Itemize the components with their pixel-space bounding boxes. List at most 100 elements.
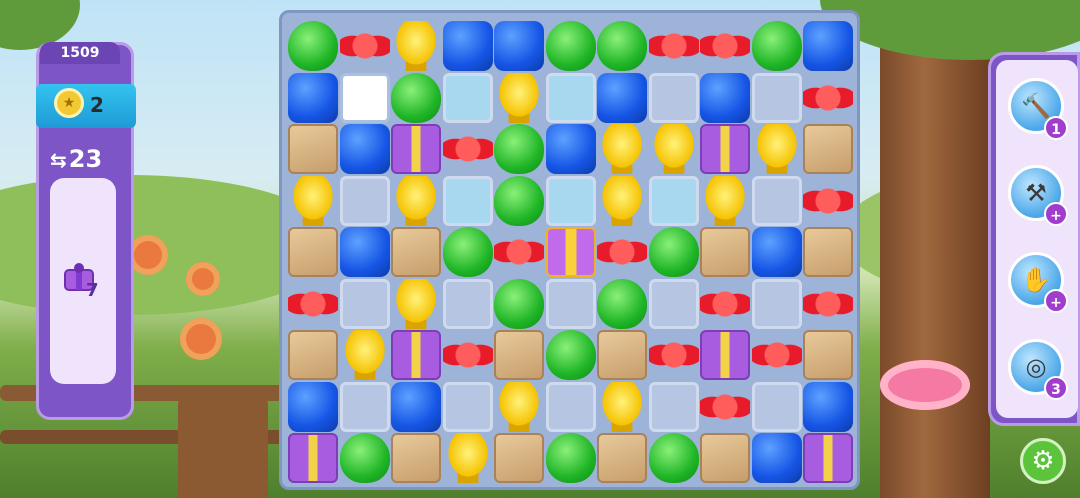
board-tile-glass (648, 72, 699, 123)
board-tile-bow[interactable] (597, 227, 647, 277)
board-tile-cube[interactable] (339, 227, 390, 277)
board-tile-cube[interactable] (442, 21, 493, 71)
board-tile-cube[interactable] (288, 381, 338, 432)
board-tile-gift[interactable] (700, 330, 750, 380)
board-tile-cube[interactable] (803, 21, 853, 71)
board-tile-gift[interactable] (700, 124, 750, 174)
level-number: 2 (90, 93, 104, 117)
board-tile-glass-lb (442, 72, 493, 123)
board-tile-gift[interactable] (803, 433, 853, 483)
board-tile-cube[interactable] (597, 72, 647, 123)
board-tile-box[interactable] (700, 227, 750, 277)
board-tile-gift-big[interactable] (545, 227, 596, 277)
board-tile-bow[interactable] (339, 21, 390, 71)
board-tile-lamp[interactable] (494, 72, 544, 123)
medal-icon: ★ (54, 88, 84, 118)
board-tile-lamp[interactable] (648, 124, 699, 174)
board-tile-cube[interactable] (391, 381, 441, 432)
board-tile-cup[interactable] (751, 21, 802, 71)
board-tile-cup[interactable] (545, 433, 596, 483)
board-tile-gift[interactable] (391, 330, 441, 380)
board-tile-cup[interactable] (442, 227, 493, 277)
board-tile-bow[interactable] (442, 124, 493, 174)
board-tile-lamp[interactable] (700, 175, 750, 226)
board-tile-lamp[interactable] (494, 381, 544, 432)
board-tile-lamp[interactable] (288, 175, 338, 226)
board-tile-box[interactable] (597, 433, 647, 483)
board-tile-cup[interactable] (494, 175, 544, 226)
board-tile-cup[interactable] (339, 433, 390, 483)
board-tile-bow[interactable] (648, 330, 699, 380)
board-tile-cube[interactable] (803, 381, 853, 432)
level-badge: ★ (36, 84, 136, 128)
board-tile-bow[interactable] (700, 381, 750, 432)
board-tile-cup[interactable] (545, 330, 596, 380)
board-tile-bow[interactable] (648, 21, 699, 71)
board-tile-box[interactable] (494, 433, 544, 483)
mallet-booster-add[interactable]: + (1044, 202, 1068, 226)
hammer-booster-count: 1 (1044, 116, 1068, 140)
board-tile-glass (545, 381, 596, 432)
board-tile-gift[interactable] (288, 433, 338, 483)
board-tile-box[interactable] (288, 330, 338, 380)
board-tile-bow[interactable] (700, 21, 750, 71)
board-tile-box[interactable] (391, 227, 441, 277)
board-tile-box[interactable] (803, 124, 853, 174)
board-tile-glass-lb (648, 175, 699, 226)
board-tile-cup[interactable] (494, 124, 544, 174)
settings-button[interactable]: ⚙ (1020, 438, 1066, 484)
board-tile-cup[interactable] (391, 72, 441, 123)
board-tile-glass (751, 175, 802, 226)
board-tile-bow[interactable] (751, 330, 802, 380)
board-tile-lamp[interactable] (442, 433, 493, 483)
board-tile-cube[interactable] (751, 227, 802, 277)
board-tile-glass (751, 278, 802, 329)
board-tile-cube[interactable] (288, 72, 338, 123)
board-tile-cup[interactable] (648, 433, 699, 483)
board-tile-lamp[interactable] (391, 278, 441, 329)
board-tile-bow[interactable] (803, 72, 853, 123)
board-tile-cube[interactable] (751, 433, 802, 483)
flower (128, 235, 168, 275)
board-tile-lamp[interactable] (597, 124, 647, 174)
board-tile-bow[interactable] (803, 278, 853, 329)
board-tile-glass (442, 278, 493, 329)
board-tile-cup[interactable] (288, 21, 338, 71)
board-tile-glass (751, 72, 802, 123)
board-tile-cup[interactable] (597, 278, 647, 329)
board-tile-lamp[interactable] (597, 381, 647, 432)
board-tile-bow[interactable] (288, 278, 338, 329)
board-tile-bow[interactable] (494, 227, 544, 277)
board-tile-bow[interactable] (803, 175, 853, 226)
glove-booster-add[interactable]: + (1044, 289, 1068, 313)
board-tile-box[interactable] (391, 433, 441, 483)
board-tile-box[interactable] (288, 124, 338, 174)
board-tile-box[interactable] (288, 227, 338, 277)
board-tile-cup[interactable] (494, 278, 544, 329)
board-tile-box[interactable] (803, 227, 853, 277)
board-tile-gift[interactable] (391, 124, 441, 174)
board-tile-box[interactable] (700, 433, 750, 483)
board-tile-cup[interactable] (597, 21, 647, 71)
board-tile-cube[interactable] (494, 21, 544, 71)
board-tile-lamp[interactable] (391, 21, 441, 71)
board-tile-lamp[interactable] (597, 175, 647, 226)
board-tile-bow[interactable] (442, 330, 493, 380)
board-tile-box[interactable] (494, 330, 544, 380)
board-tile-lamp[interactable] (391, 175, 441, 226)
board-tile-lamp[interactable] (339, 330, 390, 380)
board-tile-cup[interactable] (545, 21, 596, 71)
board-tile-cube[interactable] (545, 124, 596, 174)
flower (880, 360, 970, 410)
hammer-icon: 🔨 (1021, 92, 1051, 120)
game-board (279, 10, 860, 490)
board-tile-cube[interactable] (339, 124, 390, 174)
board-tile-bow[interactable] (700, 278, 750, 329)
board-tile-box[interactable] (597, 330, 647, 380)
board-tile-box[interactable] (803, 330, 853, 380)
board-tile-lamp[interactable] (751, 124, 802, 174)
board-tile-cube[interactable] (700, 72, 750, 123)
fence-post (178, 395, 268, 498)
board-tile-glass (339, 175, 390, 226)
board-tile-cup[interactable] (648, 227, 699, 277)
